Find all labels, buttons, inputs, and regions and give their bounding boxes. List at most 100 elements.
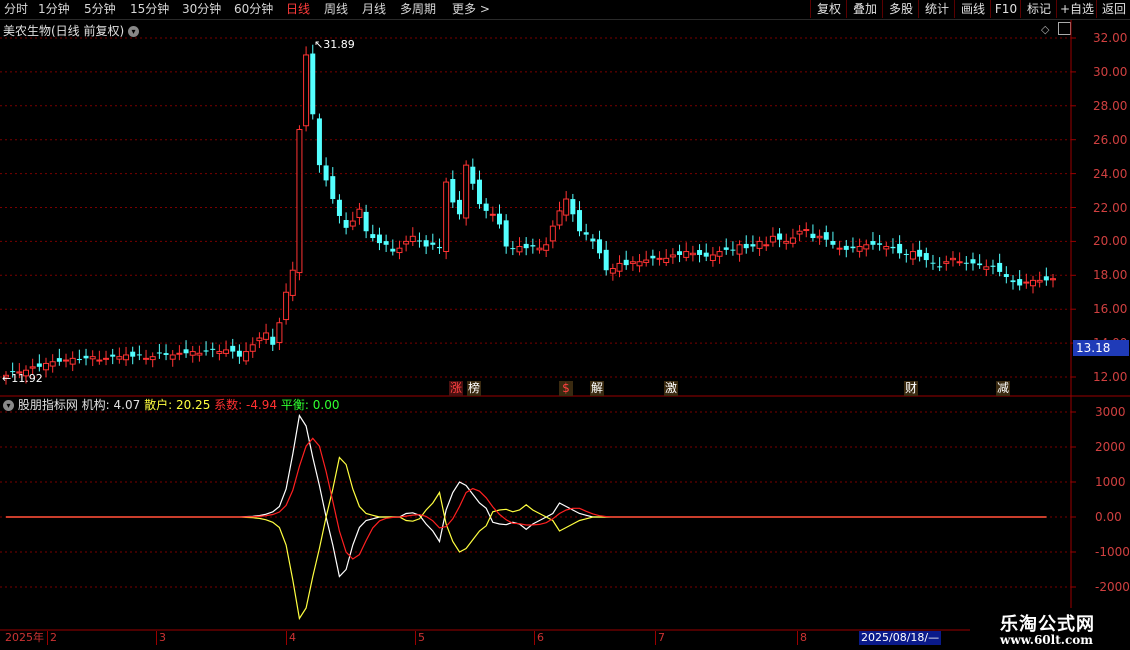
period-tab-4[interactable]: 30分钟 (182, 2, 221, 17)
candle-body (583, 232, 589, 235)
candle-body (349, 220, 356, 227)
event-marker[interactable]: 涨 (449, 381, 463, 396)
candle-body (36, 363, 42, 367)
event-marker[interactable]: 激 (664, 381, 678, 396)
candle-body (303, 54, 310, 127)
candle-body (503, 220, 509, 247)
candle-body (756, 240, 763, 249)
action-button-5[interactable]: F10 (990, 0, 1021, 18)
event-marker[interactable]: 解 (590, 381, 604, 396)
date-label: 2 (47, 631, 57, 645)
price-tick-label: 30.00 (1093, 64, 1128, 79)
candle-body (597, 239, 603, 254)
indicator-tick-label: -1000 (1095, 545, 1130, 559)
period-tab-2[interactable]: 5分钟 (84, 2, 116, 17)
action-button-4[interactable]: 画线 (954, 0, 991, 18)
action-button-8[interactable]: 返回 (1096, 0, 1130, 18)
candle-body (416, 240, 422, 242)
action-button-7[interactable]: +自选 (1056, 0, 1097, 18)
candle-body (703, 252, 709, 257)
candle-body (763, 244, 770, 247)
candle-body (510, 248, 516, 250)
candle-body (216, 351, 223, 354)
candle-body (970, 259, 976, 264)
candle-body (249, 344, 256, 352)
period-tab-9[interactable]: 多周期 (400, 2, 436, 17)
date-label: 4 (286, 631, 296, 645)
period-tab-10[interactable]: 更多 > (452, 2, 490, 17)
event-marker[interactable]: $ (559, 381, 573, 396)
candle-body (196, 352, 203, 356)
candle-body (483, 203, 489, 211)
candle-body (283, 291, 290, 321)
period-tab-8[interactable]: 月线 (362, 2, 386, 17)
candle-body (143, 357, 150, 360)
period-tab-5[interactable]: 60分钟 (234, 2, 273, 17)
candle-body (549, 225, 556, 242)
chevron-down-icon[interactable]: ▾ (3, 400, 14, 411)
candle-body (663, 257, 670, 263)
jigou-value: 4.07 (113, 398, 141, 412)
candle-body (456, 199, 462, 215)
candle-body (983, 266, 990, 270)
candle-body (890, 246, 896, 249)
candle-body (997, 262, 1003, 272)
event-marker[interactable]: 榜 (467, 381, 481, 396)
pingheng-value: 0.00 (312, 398, 340, 412)
indicator-tick-label: 0.00 (1095, 510, 1122, 524)
candle-body (63, 359, 70, 362)
candle-body (697, 250, 703, 255)
action-button-3[interactable]: 统计 (918, 0, 955, 18)
price-tick-label: 20.00 (1093, 234, 1128, 249)
candle-body (883, 245, 890, 250)
chart-canvas[interactable] (0, 20, 1130, 650)
candle-body (943, 261, 950, 264)
candle-body (803, 229, 810, 232)
period-tab-6[interactable]: 日线 (286, 2, 310, 17)
candle-body (716, 251, 723, 257)
date-label: 2025年 (5, 631, 44, 644)
candle-body (850, 246, 856, 249)
period-tab-7[interactable]: 周线 (324, 2, 348, 17)
candle-body (110, 354, 116, 357)
price-tick-label: 16.00 (1093, 302, 1128, 317)
candle-body (689, 252, 696, 256)
candle-body (83, 355, 89, 359)
candle-body (270, 336, 276, 345)
candle-body (843, 245, 849, 250)
period-tab-3[interactable]: 15分钟 (130, 2, 169, 17)
candle-body (396, 247, 403, 254)
action-button-6[interactable]: 标记 (1020, 0, 1057, 18)
candle-body (409, 235, 416, 243)
date-label: 7 (655, 631, 665, 645)
candle-body (530, 245, 536, 247)
candle-body (616, 262, 623, 272)
period-tab-0[interactable]: 分时 (4, 2, 28, 17)
action-button-0[interactable]: 复权 (810, 0, 847, 18)
candle-body (103, 357, 110, 360)
candle-body (43, 362, 50, 371)
indicator-tick-label: 3000 (1095, 405, 1126, 419)
period-tab-1[interactable]: 1分钟 (38, 2, 70, 17)
date-label: 5 (415, 631, 425, 645)
candle-body (609, 268, 616, 274)
candle-body (683, 251, 690, 258)
candle-body (556, 210, 563, 226)
action-button-1[interactable]: 叠加 (846, 0, 883, 18)
price-tick-label: 22.00 (1093, 200, 1128, 215)
indicator-red-line (6, 437, 1047, 560)
candle-body (669, 254, 676, 258)
candle-body (816, 235, 823, 239)
candle-body (450, 179, 456, 203)
candle-body (1017, 279, 1023, 286)
indicator-tick-label: 2000 (1095, 440, 1126, 454)
action-button-2[interactable]: 多股 (882, 0, 919, 18)
candle-body (1023, 281, 1030, 284)
event-marker[interactable]: 财 (904, 381, 918, 396)
candle-body (116, 356, 123, 360)
event-marker[interactable]: 减 (996, 381, 1010, 396)
candle-body (96, 359, 103, 362)
candle-body (863, 244, 870, 250)
candle-body (949, 257, 956, 261)
candle-body (1050, 278, 1056, 281)
